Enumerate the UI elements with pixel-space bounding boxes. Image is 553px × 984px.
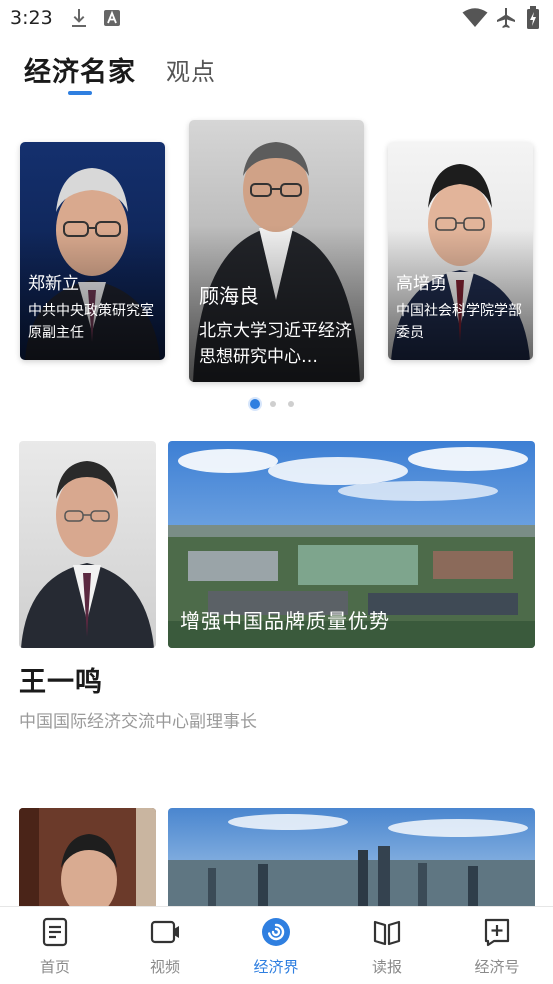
card-name: 高培勇 [396, 274, 447, 294]
status-time: 3:23 [10, 7, 53, 29]
document-icon [42, 917, 68, 947]
photo-caption: 增强中国品牌质量优势 [180, 609, 390, 633]
battery-icon [526, 6, 540, 34]
nav-video[interactable]: 视频 [110, 907, 220, 984]
card-name: 郑新立 [28, 274, 79, 294]
text-a-icon [104, 10, 120, 30]
card-title: 北京大学习近平经济思想研究中心… [199, 321, 352, 367]
airplane-icon [495, 7, 517, 33]
feature-photo[interactable] [168, 808, 535, 918]
page-dot[interactable] [270, 401, 276, 407]
feature-portrait[interactable] [19, 808, 156, 918]
book-icon [373, 920, 401, 946]
nav-label: 读报 [371, 958, 402, 976]
card-name: 顾海良 [199, 284, 259, 308]
carousel-card[interactable]: 高培勇 中国社会科学院学部委员 [388, 142, 533, 360]
portrait-photo [19, 441, 156, 648]
status-bar: 3:23 [0, 0, 553, 38]
tab-viewpoints[interactable]: 观点 [166, 52, 216, 87]
feature-person-name[interactable]: 王一鸣 [19, 660, 103, 699]
portrait-photo [19, 808, 156, 918]
nav-label: 经济号 [474, 958, 520, 976]
nav-label: 视频 [149, 958, 180, 976]
carousel-card-focused[interactable]: 顾海良 北京大学习近平经济思想研究中心… [189, 120, 364, 382]
nav-label: 经济界 [253, 958, 299, 976]
nav-newspaper[interactable]: 读报 [332, 907, 442, 984]
feature-photo[interactable]: 增强中国品牌质量优势 [168, 441, 535, 648]
spiral-icon [262, 918, 290, 946]
page-dot-active[interactable] [250, 399, 260, 409]
add-post-icon [484, 918, 510, 947]
tab-economists[interactable]: 经济名家 [24, 50, 136, 89]
card-title: 中国社会科学院学部委员 [396, 303, 522, 341]
nav-economy[interactable]: 经济界 [221, 907, 331, 984]
feature-person-title: 中国国际经济交流中心副理事长 [19, 712, 257, 732]
download-icon [70, 8, 88, 32]
top-tabs: 经济名家 观点 [0, 44, 553, 104]
feature-portrait[interactable] [19, 441, 156, 648]
bottom-nav: 首页 视频 经济界 读报 经济号 [0, 906, 553, 984]
nav-label: 首页 [39, 958, 70, 976]
tab-active-indicator [68, 91, 92, 95]
video-icon [150, 920, 179, 944]
economist-carousel[interactable]: 郑新立 中共中央政策研究室原副主任 顾海良 北京大学习近平经济思想研究中心… 高… [0, 114, 553, 414]
city-skyline-photo [168, 808, 535, 918]
carousel-page-indicator [248, 398, 308, 410]
nav-home[interactable]: 首页 [0, 907, 110, 984]
nav-economy-account[interactable]: 经济号 [442, 907, 552, 984]
card-title: 中共中央政策研究室原副主任 [28, 303, 154, 341]
wifi-icon [462, 8, 488, 32]
carousel-card[interactable]: 郑新立 中共中央政策研究室原副主任 [20, 142, 165, 360]
page-dot[interactable] [288, 401, 294, 407]
